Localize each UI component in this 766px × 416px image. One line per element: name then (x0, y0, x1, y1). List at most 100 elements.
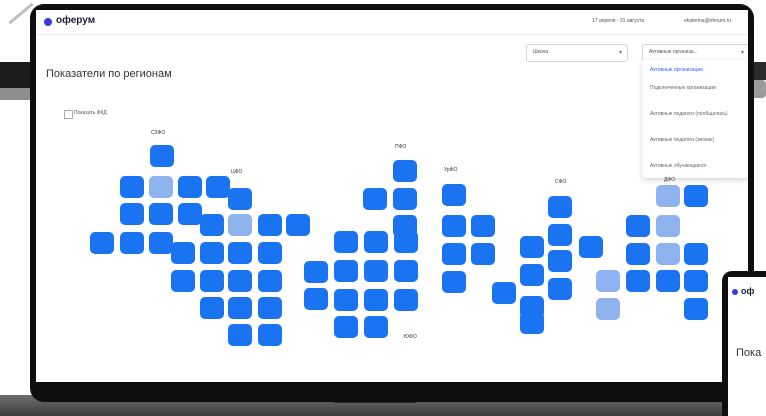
app-logo[interactable]: оферум (56, 15, 95, 26)
region-tile[interactable] (334, 260, 358, 282)
region-tile[interactable] (258, 242, 282, 264)
region-tile[interactable] (394, 289, 418, 311)
district-label-szfo: СЗФО (151, 130, 166, 136)
metric-select-value: Активные организа... (649, 49, 698, 55)
dropdown-option[interactable]: Активные педагоги (пообщались) (650, 111, 732, 117)
region-tile[interactable] (626, 215, 650, 237)
region-tile[interactable] (393, 160, 417, 182)
region-tile[interactable] (258, 214, 282, 236)
second-device-title: Пока (736, 347, 762, 359)
region-tile[interactable] (548, 250, 572, 272)
dropdown-option[interactable]: Активные педагоги (звонок) (650, 137, 732, 143)
region-tile[interactable] (548, 224, 572, 246)
region-tile[interactable] (442, 271, 466, 293)
show-fkd-checkbox[interactable] (64, 110, 73, 119)
district-label-sfo: СФО (555, 179, 567, 185)
district-label-uralfo: УрФО (444, 167, 458, 173)
region-tile[interactable] (520, 236, 544, 258)
region-tile[interactable] (286, 214, 310, 236)
region-tile[interactable] (684, 185, 708, 207)
district-select[interactable]: Школа ▾ (526, 44, 628, 62)
region-tile[interactable] (228, 324, 252, 346)
region-tile[interactable] (120, 203, 144, 225)
region-tile[interactable] (656, 270, 680, 292)
metric-dropdown-menu: Активные организации Подключенные органи… (642, 60, 748, 178)
region-tile[interactable] (258, 297, 282, 319)
second-device-screen: оф Пока (728, 277, 766, 416)
dropdown-option[interactable]: Подключенные организации (650, 85, 732, 91)
region-tile[interactable] (394, 260, 418, 282)
region-tile[interactable] (596, 270, 620, 292)
dropdown-option[interactable]: Активные обучающиеся (650, 163, 732, 169)
region-tile[interactable] (171, 270, 195, 292)
region-tile[interactable] (149, 232, 173, 254)
region-tile[interactable] (442, 243, 466, 265)
logo-icon (732, 289, 738, 295)
region-tile[interactable] (364, 316, 388, 338)
region-tile[interactable] (200, 214, 224, 236)
region-tile[interactable] (684, 243, 708, 265)
region-tile[interactable] (150, 145, 174, 167)
region-tile[interactable] (304, 261, 328, 283)
region-tile[interactable] (200, 297, 224, 319)
region-tile[interactable] (579, 236, 603, 258)
region-tile[interactable] (228, 270, 252, 292)
district-select-value: Школа (533, 49, 549, 55)
region-tile[interactable] (364, 289, 388, 311)
region-tile[interactable] (228, 214, 252, 236)
region-tile[interactable] (200, 242, 224, 264)
region-tile[interactable] (206, 176, 230, 198)
district-label-ufo: ЮФО (404, 334, 417, 340)
region-tile[interactable] (304, 288, 328, 310)
user-email[interactable]: ekaterina@oferum.ru (684, 18, 731, 24)
region-tile[interactable] (492, 282, 516, 304)
district-label-tsfo: ЦФО (231, 169, 243, 175)
region-tile[interactable] (363, 188, 387, 210)
region-tile[interactable] (520, 312, 544, 334)
district-label-dfo: ДФО (664, 177, 675, 183)
region-tile[interactable] (393, 188, 417, 210)
region-tile[interactable] (684, 270, 708, 292)
region-tile[interactable] (656, 215, 680, 237)
region-tile[interactable] (626, 270, 650, 292)
dropdown-option[interactable]: Активные организации (650, 67, 732, 73)
region-tile[interactable] (656, 185, 680, 207)
region-tile[interactable] (364, 260, 388, 282)
region-tile[interactable] (228, 188, 252, 210)
region-tile[interactable] (120, 176, 144, 198)
region-tile[interactable] (442, 215, 466, 237)
region-tile[interactable] (228, 297, 252, 319)
top-bar: оферум 17 апреля - 31 августа ekaterina@… (36, 10, 748, 35)
region-tile[interactable] (684, 298, 708, 320)
region-tile[interactable] (393, 215, 417, 237)
logo-icon (44, 18, 52, 26)
region-tile[interactable] (178, 176, 202, 198)
region-tile[interactable] (258, 270, 282, 292)
district-label-pfo: ПФО (395, 144, 407, 150)
region-tile[interactable] (334, 316, 358, 338)
region-tile[interactable] (178, 203, 202, 225)
region-tile[interactable] (364, 231, 388, 253)
region-tile[interactable] (520, 264, 544, 286)
date-range[interactable]: 17 апреля - 31 августа (592, 18, 644, 24)
region-tile[interactable] (656, 243, 680, 265)
region-tile[interactable] (471, 215, 495, 237)
region-tile[interactable] (548, 196, 572, 218)
region-tile[interactable] (471, 243, 495, 265)
region-tile[interactable] (596, 298, 620, 320)
second-device-logo: оф (741, 286, 755, 296)
region-tile[interactable] (334, 289, 358, 311)
region-tile[interactable] (90, 232, 114, 254)
region-tile[interactable] (228, 242, 252, 264)
show-fkd-label: Показать ФКД (74, 110, 107, 116)
region-tile[interactable] (171, 242, 195, 264)
region-tile[interactable] (120, 232, 144, 254)
region-tile[interactable] (548, 278, 572, 300)
region-tile[interactable] (149, 176, 173, 198)
region-tile[interactable] (149, 203, 173, 225)
region-tile[interactable] (626, 243, 650, 265)
region-tile[interactable] (258, 324, 282, 346)
region-tile[interactable] (334, 231, 358, 253)
region-tile[interactable] (200, 270, 224, 292)
region-tile[interactable] (442, 184, 466, 206)
